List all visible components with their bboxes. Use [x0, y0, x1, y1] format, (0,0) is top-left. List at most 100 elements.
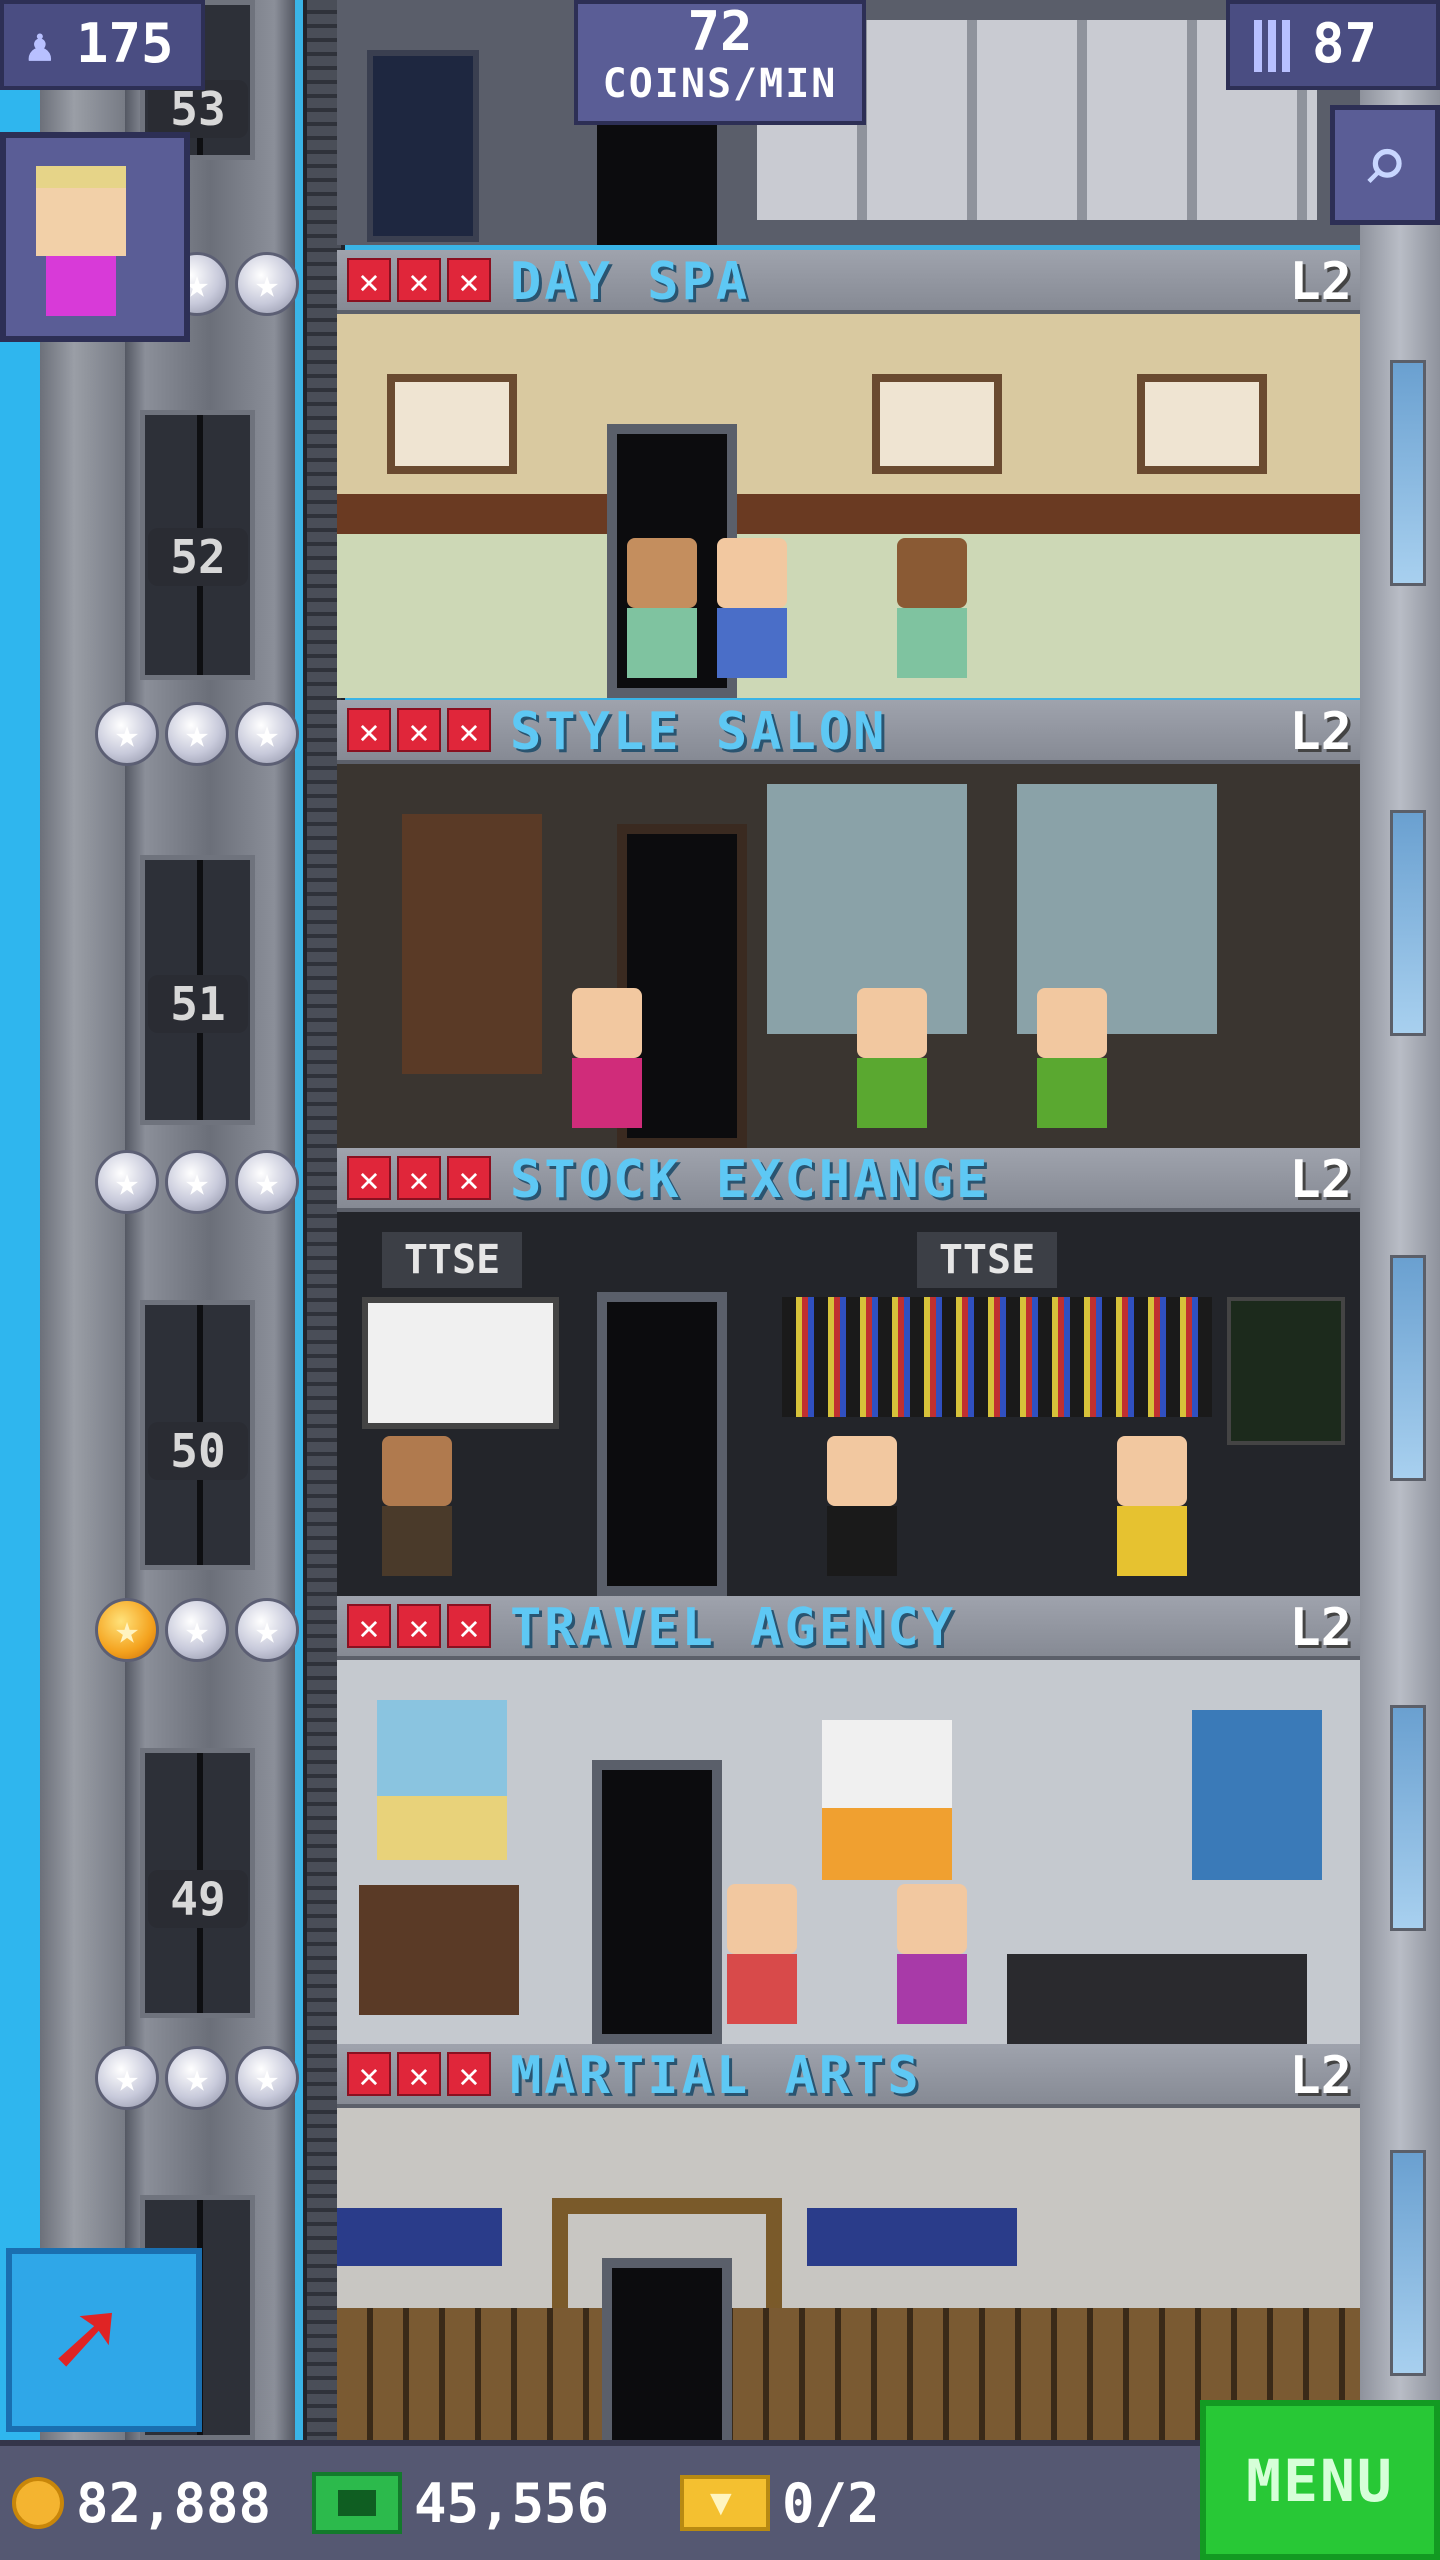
star-icon: ★ [235, 1150, 299, 1214]
x-mark-icon: ✕ [447, 1604, 491, 1648]
floor-count-value: 87 [1312, 12, 1378, 75]
floor-day-spa[interactable]: ✕ ✕ ✕ DAY SPA L2 [337, 250, 1360, 698]
x-mark-icon: ✕ [397, 1604, 441, 1648]
star-icon: ★ [165, 2046, 229, 2110]
elevator-floor-number: 50 [148, 1422, 248, 1480]
building-window [1390, 2150, 1426, 2376]
floor-name: TRAVEL AGENCY [510, 1598, 956, 1658]
x-mark-icon: ✕ [397, 2052, 441, 2096]
person-icon: ♟ [26, 18, 54, 72]
shelf [402, 814, 542, 1074]
coins-value: 82,888 [76, 2471, 272, 2535]
floor-name: STOCK EXCHANGE [510, 1150, 991, 1210]
star-icon: ★ [165, 1150, 229, 1214]
elevator-floor-number: 52 [148, 528, 248, 586]
room-interior [337, 314, 1360, 698]
bux-icon [312, 2472, 402, 2534]
x-mark-icon: ✕ [447, 708, 491, 752]
wall-picture [1137, 374, 1267, 474]
x-mark-icon: ✕ [347, 1156, 391, 1200]
floor-header: ✕ ✕ ✕ STYLE SALON L2 [337, 700, 1360, 764]
floor-header: ✕ ✕ ✕ TRAVEL AGENCY L2 [337, 1596, 1360, 1660]
stock-indicators: ✕ ✕ ✕ [347, 258, 491, 302]
bux-balance[interactable]: 45,556 [312, 2468, 609, 2538]
floor-count-panel[interactable]: 87 [1226, 0, 1440, 90]
floor-level: L2 [1289, 1598, 1352, 1658]
visitor [897, 538, 967, 678]
x-mark-icon: ✕ [347, 708, 391, 752]
coin-icon [12, 2477, 64, 2529]
tickets-balance[interactable]: 0/2 [680, 2468, 880, 2538]
x-mark-icon: ✕ [447, 258, 491, 302]
building-window [1390, 1255, 1426, 1481]
stock-indicators: ✕ ✕ ✕ [347, 1156, 491, 1200]
sky-background [0, 0, 40, 2440]
coins-per-min-value: 72 [687, 0, 753, 63]
door [597, 1292, 727, 1596]
visitor [382, 1436, 452, 1576]
coins-per-minute-panel[interactable]: 72 COINS/MIN [574, 0, 866, 125]
visitor [897, 1884, 967, 2024]
floor-stars: ★ ★ ★ [95, 702, 299, 772]
floor-level: L2 [1289, 252, 1352, 312]
bitizen-avatar-card[interactable] [0, 132, 190, 342]
ticket-icon [680, 2475, 770, 2531]
gold-star-icon: ★ [95, 1598, 159, 1662]
stock-chart-screen [362, 1297, 559, 1429]
visitor [1117, 1436, 1187, 1576]
door [597, 120, 717, 245]
floor-level: L2 [1289, 2046, 1352, 2106]
visitor [857, 988, 927, 1128]
room-interior [337, 2108, 1360, 2440]
exchange-sign: TTSE [917, 1232, 1057, 1288]
magnifier-search-button[interactable]: ⌕ [1330, 105, 1440, 225]
star-icon: ★ [235, 252, 299, 316]
express-elevator-button[interactable]: ➚ [6, 2248, 202, 2432]
floor-stock-exchange[interactable]: ✕ ✕ ✕ STOCK EXCHANGE L2 TTSE TTSE [337, 1148, 1360, 1596]
door [602, 2258, 732, 2440]
stock-indicators: ✕ ✕ ✕ [347, 2052, 491, 2096]
floor-level: L2 [1289, 702, 1352, 762]
wall-trim [337, 494, 1360, 534]
floor-style-salon[interactable]: ✕ ✕ ✕ STYLE SALON L2 [337, 700, 1360, 1148]
x-mark-icon: ✕ [347, 258, 391, 302]
floor-stars: ★ ★ ★ [95, 1150, 299, 1220]
visitor [1037, 988, 1107, 1128]
red-arrow-icon: ➚ [52, 2275, 119, 2403]
floor-name: DAY SPA [510, 252, 751, 312]
bux-value: 45,556 [414, 2471, 610, 2535]
x-mark-icon: ✕ [447, 1156, 491, 1200]
floor-martial-arts[interactable]: ✕ ✕ ✕ MARTIAL ARTS L2 [337, 2044, 1360, 2440]
floor-name: MARTIAL ARTS [510, 2046, 922, 2106]
elevator-floor-number: 51 [148, 975, 248, 1033]
coins-balance[interactable]: 82,888 [12, 2468, 271, 2538]
floor-stars: ★ ★ ★ [95, 1598, 299, 1668]
visitor [717, 538, 787, 678]
star-icon: ★ [235, 1598, 299, 1662]
star-icon: ★ [165, 702, 229, 766]
floor-name: STYLE SALON [510, 702, 888, 762]
star-icon: ★ [95, 2046, 159, 2110]
x-mark-icon: ✕ [447, 2052, 491, 2096]
wall-picture [872, 374, 1002, 474]
ticker-board [782, 1297, 1212, 1417]
travel-poster [377, 1700, 507, 1860]
tickets-value: 0/2 [782, 2471, 880, 2535]
visitor [572, 988, 642, 1128]
door [592, 1760, 722, 2044]
building-window [1390, 1705, 1426, 1931]
menu-button[interactable]: MENU [1200, 2400, 1440, 2560]
exchange-sign: TTSE [382, 1232, 522, 1288]
floor-travel-agency[interactable]: ✕ ✕ ✕ TRAVEL AGENCY L2 [337, 1596, 1360, 2044]
star-icon: ★ [235, 702, 299, 766]
stock-indicators: ✕ ✕ ✕ [347, 1604, 491, 1648]
star-icon: ★ [235, 2046, 299, 2110]
avatar [36, 166, 126, 326]
travel-desk [1007, 1954, 1307, 2044]
room-interior: TTSE TTSE [337, 1212, 1360, 1596]
floor-header: ✕ ✕ ✕ DAY SPA L2 [337, 250, 1360, 314]
x-mark-icon: ✕ [347, 2052, 391, 2096]
banner [807, 2208, 1017, 2266]
population-counter[interactable]: ♟ 175 [0, 0, 205, 90]
wall-picture [387, 374, 517, 474]
